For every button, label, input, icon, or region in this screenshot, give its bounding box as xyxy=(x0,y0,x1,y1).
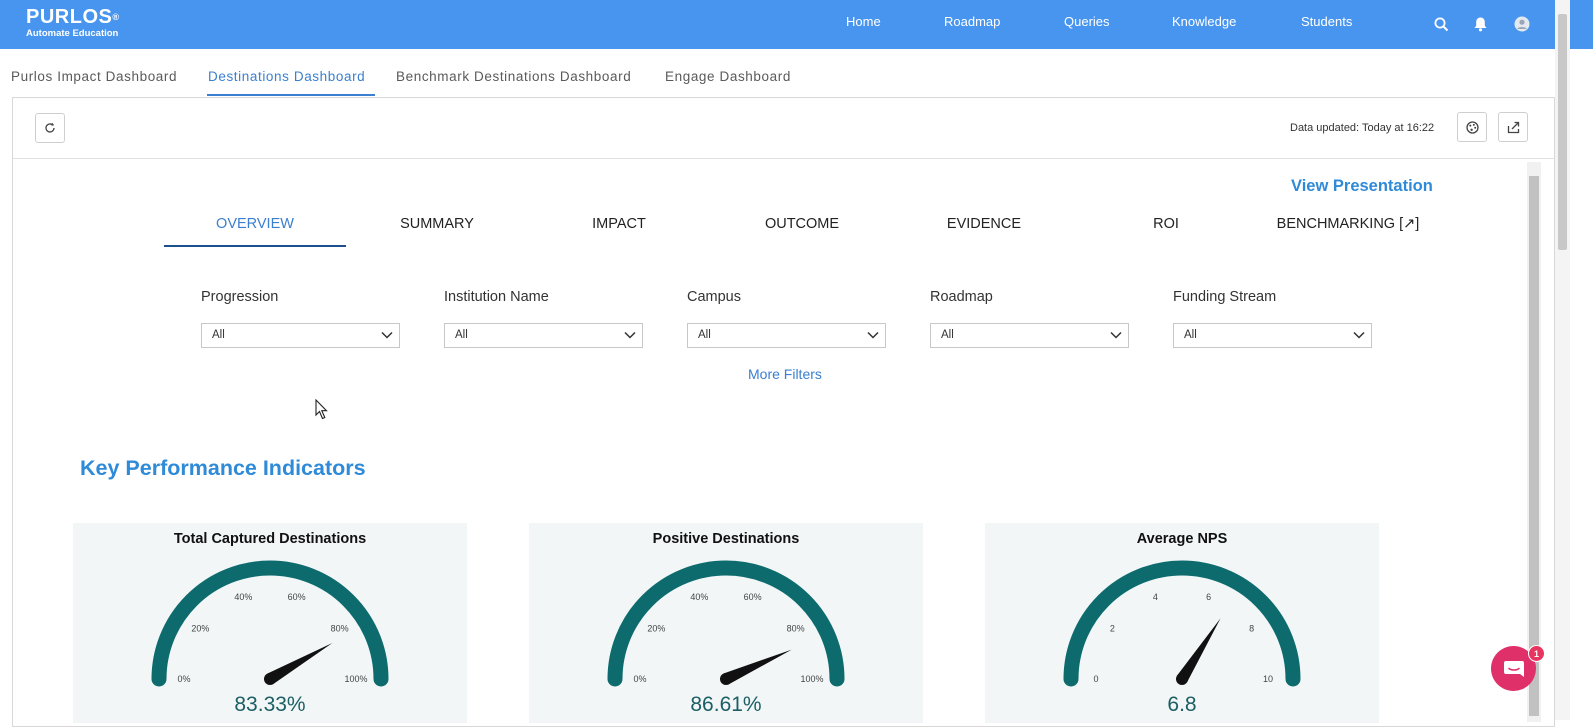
nav-queries[interactable]: Queries xyxy=(1064,14,1110,29)
roadmap-select[interactable]: All xyxy=(930,323,1129,348)
tab-benchmarking[interactable]: BENCHMARKING [↗] xyxy=(1257,216,1439,232)
section-tab-indicator xyxy=(164,245,346,247)
gauge-tick-label: 0% xyxy=(633,674,646,684)
view-presentation-link[interactable]: View Presentation xyxy=(1291,177,1433,196)
filter-label-funding-stream: Funding Stream xyxy=(1173,289,1277,305)
gauge-tick-label: 40% xyxy=(690,592,708,602)
tab-outcome[interactable]: OUTCOME xyxy=(711,216,893,232)
filter-label-roadmap: Roadmap xyxy=(930,289,993,305)
gauge-tick-label: 0% xyxy=(177,674,190,684)
active-tab-indicator xyxy=(207,94,375,96)
gauge-needle-hub xyxy=(720,673,732,685)
tab-purlos-impact-dashboard[interactable]: Purlos Impact Dashboard xyxy=(11,69,177,84)
tab-roi[interactable]: ROI xyxy=(1075,216,1257,232)
filter-label-institution-name: Institution Name xyxy=(444,289,549,305)
gauge-tick-label: 60% xyxy=(744,592,762,602)
gauge-value: 86.61% xyxy=(690,693,762,716)
search-icon[interactable] xyxy=(1430,13,1452,35)
progression-value: All xyxy=(212,329,225,341)
chat-icon xyxy=(1503,660,1524,677)
gauge-tick-label: 100% xyxy=(344,674,367,684)
kpi-card-total-captured: Total Captured Destinations 0% 20% 40% 60% 8… xyxy=(73,523,467,723)
gauge-tick-label: 60% xyxy=(288,592,306,602)
chevron-down-icon xyxy=(1110,331,1122,339)
panel-scrollbar[interactable] xyxy=(1527,162,1541,722)
panel-scrollbar-thumb[interactable] xyxy=(1529,176,1539,716)
brand-tagline: Automate Education xyxy=(26,28,119,39)
gauge-needle-hub xyxy=(264,673,276,685)
data-updated-text: Data updated: Today at 16:22 xyxy=(1290,122,1435,134)
gauge-arc xyxy=(1063,560,1301,687)
nav-knowledge[interactable]: Knowledge xyxy=(1172,14,1236,29)
share-icon xyxy=(1507,121,1519,133)
chevron-down-icon xyxy=(1353,331,1365,339)
campus-value: All xyxy=(698,329,711,341)
roadmap-value: All xyxy=(941,329,954,341)
institution-name-value: All xyxy=(455,329,468,341)
brand-name: PURLOS xyxy=(26,6,113,28)
gauge-needle xyxy=(1176,618,1221,683)
tab-benchmark-destinations-dashboard[interactable]: Benchmark Destinations Dashboard xyxy=(396,69,631,84)
gauge-tick-label: 2 xyxy=(1110,623,1115,633)
gauge-tick-label: 4 xyxy=(1153,592,1158,602)
funding-stream-select[interactable]: All xyxy=(1173,323,1372,348)
purlos-logo[interactable]: PURLOS® Automate Education xyxy=(26,6,119,39)
nav-students[interactable]: Students xyxy=(1301,14,1352,29)
panel-toolbar: Data updated: Today at 16:22 xyxy=(13,98,1554,159)
gauge-tick-label: 0 xyxy=(1093,674,1098,684)
top-navigation-bar: PURLOS® Automate Education Home Roadmap … xyxy=(0,0,1593,49)
tab-impact[interactable]: IMPACT xyxy=(528,216,710,232)
refresh-button[interactable] xyxy=(35,113,65,143)
kpi-card-average-nps: Average NPS 0 2 4 6 8 10 6.8 xyxy=(985,523,1379,723)
gauge-needle-hub xyxy=(1176,673,1188,685)
gauge-tick-label: 100% xyxy=(800,674,823,684)
theme-button[interactable] xyxy=(1457,112,1487,142)
tab-engage-dashboard[interactable]: Engage Dashboard xyxy=(665,69,791,84)
progression-select[interactable]: All xyxy=(201,323,400,348)
gauge-needle xyxy=(266,642,333,685)
gauge-value: 6.8 xyxy=(1167,693,1197,716)
user-icon[interactable] xyxy=(1511,13,1533,35)
funding-stream-value: All xyxy=(1184,329,1197,341)
chevron-down-icon xyxy=(624,331,636,339)
gauge-tick-label: 8 xyxy=(1249,623,1254,633)
filter-label-campus: Campus xyxy=(687,289,741,305)
tab-summary[interactable]: SUMMARY xyxy=(346,216,528,232)
gauge-tick-label: 80% xyxy=(787,623,805,633)
chevron-down-icon xyxy=(381,331,393,339)
chevron-down-icon xyxy=(867,331,879,339)
page-scrollbar[interactable] xyxy=(1555,0,1570,720)
mouse-cursor-icon xyxy=(315,399,328,420)
gauge-value: 83.33% xyxy=(234,693,306,716)
nav-home[interactable]: Home xyxy=(846,14,881,29)
filter-label-progression: Progression xyxy=(201,289,279,305)
gauge-tick-label: 10 xyxy=(1263,674,1273,684)
gauge-tick-label: 6 xyxy=(1206,592,1211,602)
campus-select[interactable]: All xyxy=(687,323,886,348)
kpi-card-positive-destinations: Positive Destinations 0% 20% 40% 60% 80% 100%… xyxy=(529,523,923,723)
bell-icon[interactable] xyxy=(1469,13,1491,35)
gauge-tick-label: 80% xyxy=(331,623,349,633)
tab-evidence[interactable]: EVIDENCE xyxy=(893,216,1075,232)
gauge-tick-label: 20% xyxy=(191,623,209,633)
institution-name-select[interactable]: All xyxy=(444,323,643,348)
tab-overview[interactable]: OVERVIEW xyxy=(164,216,346,232)
page-scrollbar-thumb[interactable] xyxy=(1558,14,1567,250)
gauge-tick-label: 40% xyxy=(234,592,252,602)
tab-destinations-dashboard[interactable]: Destinations Dashboard xyxy=(208,69,365,84)
kpi-heading: Key Performance Indicators xyxy=(80,456,366,480)
more-filters-link[interactable]: More Filters xyxy=(748,366,822,382)
palette-icon xyxy=(1465,120,1479,134)
gauge-needle xyxy=(723,649,792,685)
chat-notification-badge: 1 xyxy=(1528,645,1545,662)
share-button[interactable] xyxy=(1498,112,1528,142)
brand-trademark: ® xyxy=(112,12,120,22)
gauge-tick-label: 20% xyxy=(647,623,665,633)
refresh-icon xyxy=(45,122,55,133)
nav-roadmap[interactable]: Roadmap xyxy=(944,14,1000,29)
